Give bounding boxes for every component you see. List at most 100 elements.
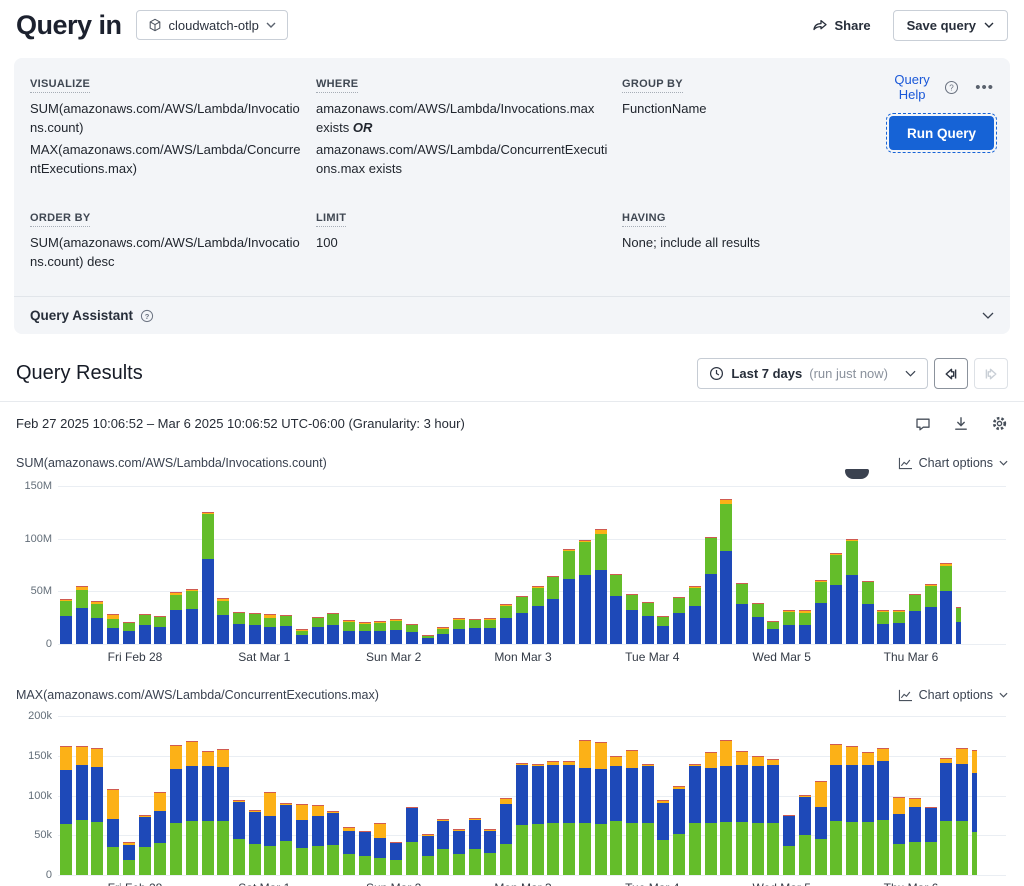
bar[interactable] — [972, 750, 977, 875]
bar[interactable] — [249, 810, 261, 875]
bar[interactable] — [673, 597, 685, 644]
bar[interactable] — [280, 615, 292, 644]
bar[interactable] — [60, 599, 72, 644]
bar[interactable] — [642, 602, 654, 644]
bar[interactable] — [940, 758, 952, 875]
bar[interactable] — [500, 604, 512, 644]
bar[interactable] — [406, 624, 418, 644]
bar[interactable] — [76, 746, 88, 875]
bar[interactable] — [547, 576, 559, 645]
bar[interactable] — [579, 740, 591, 875]
bar[interactable] — [767, 759, 779, 875]
bar[interactable] — [390, 842, 402, 875]
visualize-item[interactable]: MAX(amazonaws.com/AWS/Lambda/ConcurrentE… — [30, 141, 302, 179]
run-query-button[interactable]: Run Query — [889, 116, 994, 150]
visualize-item[interactable]: SUM(amazonaws.com/AWS/Lambda/Invocations… — [30, 100, 302, 138]
bar[interactable] — [170, 745, 182, 875]
bar[interactable] — [862, 581, 874, 644]
query-assistant-row[interactable]: Query Assistant ? — [14, 296, 1010, 334]
chevron-down-icon[interactable] — [982, 312, 994, 319]
bar[interactable] — [940, 563, 952, 644]
bar[interactable] — [705, 537, 717, 644]
bar[interactable] — [595, 529, 607, 644]
limit-section[interactable]: LIMIT 100 — [316, 208, 608, 272]
bar[interactable] — [626, 750, 638, 875]
having-section[interactable]: HAVING None; include all results — [622, 208, 874, 272]
bar[interactable] — [846, 746, 858, 875]
bar[interactable] — [139, 815, 151, 875]
bar[interactable] — [595, 742, 607, 875]
bar[interactable] — [783, 815, 795, 875]
bar[interactable] — [469, 818, 481, 875]
bar[interactable] — [689, 586, 701, 644]
bar[interactable] — [296, 804, 308, 876]
bar[interactable] — [343, 620, 355, 644]
visualize-section[interactable]: VISUALIZE SUM(amazonaws.com/AWS/Lambda/I… — [30, 74, 302, 178]
bar[interactable] — [91, 748, 103, 875]
bar[interactable] — [437, 819, 449, 875]
bar[interactable] — [264, 792, 276, 876]
bar[interactable] — [877, 610, 889, 644]
bar[interactable] — [799, 795, 811, 875]
ellipsis-icon[interactable]: ••• — [975, 79, 994, 96]
bar[interactable] — [500, 798, 512, 875]
bar[interactable] — [956, 607, 961, 644]
bar[interactable] — [752, 756, 764, 875]
gear-icon[interactable] — [991, 415, 1008, 432]
bar[interactable] — [610, 756, 622, 875]
bar[interactable] — [123, 842, 135, 875]
bar[interactable] — [186, 741, 198, 875]
bar[interactable] — [516, 596, 528, 644]
bar[interactable] — [705, 752, 717, 875]
bar[interactable] — [217, 749, 229, 875]
bar[interactable] — [327, 811, 339, 875]
bar[interactable] — [453, 618, 465, 644]
order-by-value[interactable]: SUM(amazonaws.com/AWS/Lambda/Invocations… — [30, 234, 302, 272]
bar[interactable] — [123, 622, 135, 644]
bar[interactable] — [815, 781, 827, 875]
where-clause[interactable]: amazonaws.com/AWS/Lambda/ConcurrentExecu… — [316, 141, 608, 179]
bar[interactable] — [264, 614, 276, 645]
bar[interactable] — [296, 629, 308, 644]
bar[interactable] — [359, 831, 371, 875]
bar[interactable] — [327, 613, 339, 644]
bar[interactable] — [186, 589, 198, 644]
bar[interactable] — [547, 761, 559, 875]
bar[interactable] — [877, 748, 889, 875]
bar[interactable] — [673, 786, 685, 875]
download-icon[interactable] — [953, 416, 969, 432]
where-clause[interactable]: amazonaws.com/AWS/Lambda/Invocations.max… — [316, 100, 608, 138]
bar[interactable] — [170, 592, 182, 644]
bar[interactable] — [815, 580, 827, 644]
bar[interactable] — [484, 829, 496, 875]
bar[interactable] — [139, 614, 151, 644]
bar[interactable] — [610, 574, 622, 645]
bar[interactable] — [736, 583, 748, 644]
bar[interactable] — [657, 616, 669, 644]
bar[interactable] — [736, 751, 748, 875]
bar[interactable] — [374, 621, 386, 644]
chart2-options-button[interactable]: Chart options — [898, 688, 1008, 702]
bar[interactable] — [516, 763, 528, 875]
bar[interactable] — [406, 807, 418, 875]
bar[interactable] — [532, 586, 544, 644]
bar[interactable] — [862, 752, 874, 875]
bar[interactable] — [154, 792, 166, 876]
bar[interactable] — [374, 823, 386, 876]
bar[interactable] — [799, 610, 811, 645]
order-by-section[interactable]: ORDER BY SUM(amazonaws.com/AWS/Lambda/In… — [30, 208, 302, 272]
bar[interactable] — [579, 540, 591, 644]
bar[interactable] — [107, 614, 119, 644]
bar[interactable] — [657, 800, 669, 876]
bar[interactable] — [249, 613, 261, 644]
group-by-section[interactable]: GROUP BY FunctionName — [622, 74, 874, 178]
where-section[interactable]: WHERE amazonaws.com/AWS/Lambda/Invocatio… — [316, 74, 608, 178]
help-circle-icon[interactable]: ? — [944, 80, 959, 95]
bar[interactable] — [925, 807, 937, 875]
bar[interactable] — [893, 610, 905, 644]
having-value[interactable]: None; include all results — [622, 234, 874, 253]
chart1-options-button[interactable]: Chart options — [898, 456, 1008, 470]
bar[interactable] — [909, 798, 921, 875]
bar[interactable] — [846, 539, 858, 644]
bar[interactable] — [830, 744, 842, 875]
